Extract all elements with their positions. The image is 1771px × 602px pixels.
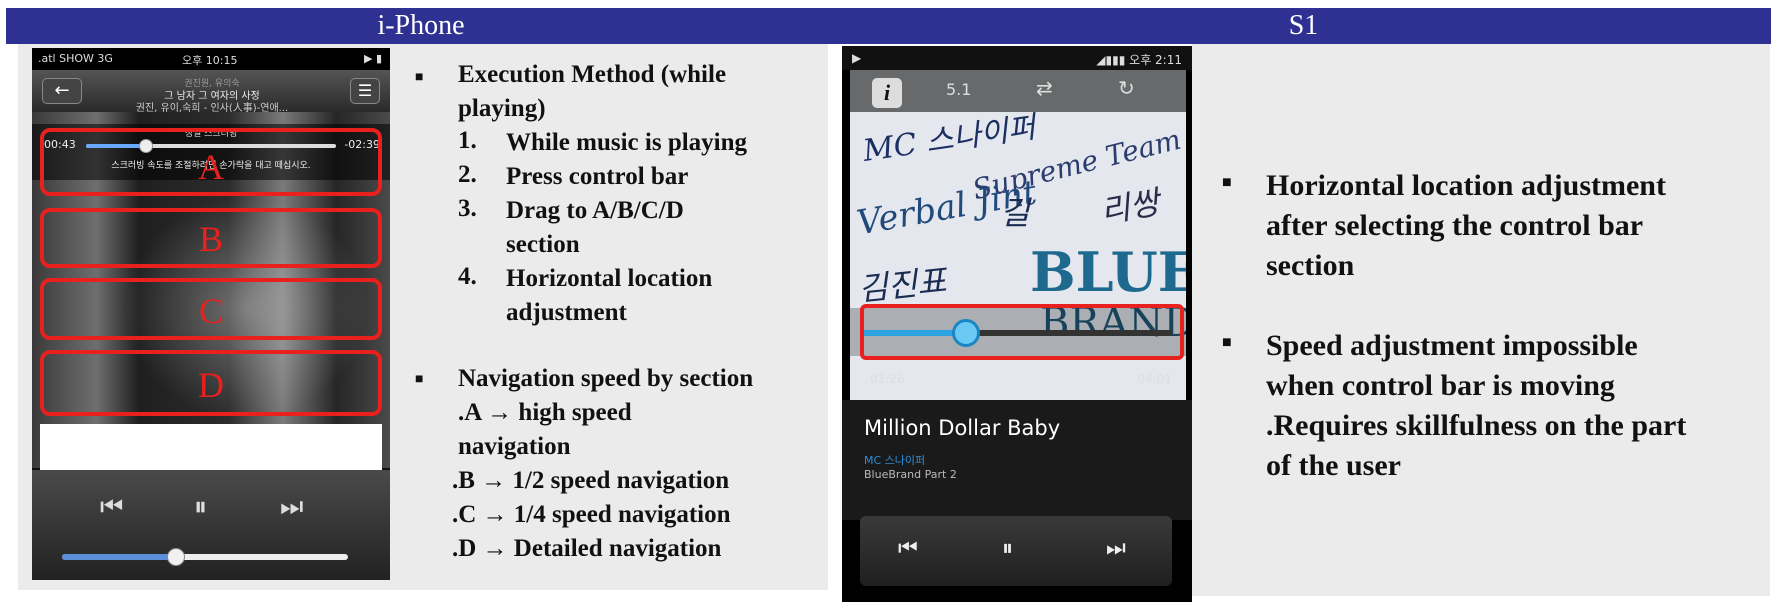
nav-line-a-cont: navigation — [458, 433, 571, 460]
right-b2-line4: of the user — [1266, 449, 1401, 482]
s1-elapsed-time: 01:26 — [870, 372, 905, 386]
previous-icon[interactable]: ⏮ — [898, 536, 918, 561]
next-icon[interactable]: ⏭ — [1106, 536, 1126, 561]
art-word: BLUE — [1030, 240, 1186, 304]
iphone-controls: ⏮ ⏸ ⏭ — [32, 470, 390, 580]
iphone-screenshot: .atl SHOW 3G 오후 10:15 ▶ ▮ ← 권진원, 유의숙 그 남… — [32, 48, 390, 580]
step-number: 2. — [458, 161, 477, 188]
album-name: BlueBrand Part 2 — [864, 468, 957, 481]
header-s1: S1 — [836, 8, 1771, 44]
s1-status-right: ◢▮▮▮ 오후 2:11 — [1096, 53, 1182, 67]
zone-b: B — [40, 208, 382, 268]
shuffle-icon[interactable]: ⇄ — [1036, 76, 1053, 100]
sound-mode-label[interactable]: 5.1 — [946, 80, 971, 99]
carrier-label: .atl SHOW 3G — [38, 52, 113, 65]
pause-icon[interactable]: ⏸ — [194, 492, 207, 523]
info-button[interactable]: i — [872, 78, 902, 108]
pause-icon[interactable]: ⏸ — [1002, 536, 1013, 561]
step-text: adjustment — [506, 299, 627, 326]
zone-c-label: C — [198, 291, 223, 331]
s1-status-bar: ▶ ◢▮▮▮ 오후 2:11 — [842, 46, 1192, 70]
status-icons: ▶ ▮ — [363, 52, 382, 65]
art-word: 리쌍 — [1097, 183, 1163, 231]
bullet-icon: ■ — [415, 70, 424, 85]
play-status-icon: ▶ — [852, 51, 862, 65]
list-icon[interactable]: ☰ — [350, 78, 380, 104]
art-word: MC 스나이퍼 — [860, 110, 1038, 169]
bullet-icon: ■ — [1222, 174, 1232, 191]
art-word: 길 — [1000, 194, 1030, 232]
volume-knob[interactable] — [167, 548, 186, 566]
art-word: 김진표 — [856, 261, 949, 309]
right-b2-line3: .Requires skillfulness on the part — [1266, 409, 1687, 442]
step-text: Drag to A/B/C/D — [506, 197, 684, 224]
nav-line-d: .D → Detailed navigation — [452, 535, 722, 562]
execution-title-1: Execution Method (while — [458, 61, 727, 88]
status-time: 오후 10:15 — [182, 54, 238, 67]
next-icon[interactable]: ⏭ — [280, 492, 303, 523]
right-b1-line1: Horizontal location adjustment — [1266, 169, 1666, 202]
step-text: Horizontal location — [506, 265, 713, 292]
s1-controls: ⏮ ⏸ ⏭ — [860, 516, 1172, 586]
volume-fill — [62, 554, 177, 560]
iphone-nav-bar: ← 권진원, 유의숙 그 남자 그 여자의 사정 권진, 유이,숙희 - 인사(… — [32, 70, 390, 114]
song-title: Million Dollar Baby — [864, 416, 1061, 440]
right-b2-line2: when control bar is moving — [1266, 369, 1615, 402]
zone-a-label: A — [198, 147, 224, 187]
right-b2-line1: Speed adjustment impossible — [1266, 329, 1638, 362]
right-text-panel — [1192, 44, 1770, 596]
zone-b-label: B — [198, 219, 223, 259]
s1-top-bar: i 5.1 ⇄ ↻ — [850, 70, 1186, 112]
step-text: While music is playing — [506, 129, 748, 156]
step-text: Press control bar — [506, 163, 689, 190]
bullet-icon: ■ — [415, 372, 424, 387]
nav-speed-title: Navigation speed by section — [458, 365, 754, 392]
volume-slider[interactable] — [62, 548, 348, 566]
track-info: Million Dollar Baby MC 스나이퍼 BlueBrand Pa… — [842, 400, 1192, 520]
step-number: 1. — [458, 127, 477, 154]
right-b1-line3: section — [1266, 249, 1355, 282]
right-b1-line2: after selecting the control bar — [1266, 209, 1644, 242]
bullet-icon: ■ — [1222, 334, 1232, 351]
execution-title-2: playing) — [458, 95, 546, 122]
control-bar-highlight — [860, 304, 1184, 360]
iphone-status-bar: .atl SHOW 3G 오후 10:15 ▶ ▮ — [32, 48, 390, 70]
previous-icon[interactable]: ⏮ — [100, 492, 123, 523]
artist-name: MC 스나이퍼 — [864, 454, 926, 467]
nav-line-c: .C → 1/4 speed navigation — [452, 501, 731, 528]
zone-d-label: D — [198, 365, 224, 405]
step-number: 4. — [458, 263, 477, 290]
s1-total-time: 04:01 — [1137, 372, 1172, 386]
arrow-left-icon[interactable]: ← — [42, 78, 82, 104]
lyrics-area — [40, 424, 382, 470]
zone-d: D — [40, 350, 382, 416]
zone-a: A — [40, 128, 382, 196]
step-number: 3. — [458, 195, 477, 222]
zone-c: C — [40, 278, 382, 340]
header-iphone: i-Phone — [6, 8, 836, 44]
repeat-icon[interactable]: ↻ — [1118, 76, 1135, 100]
s1-screenshot: ▶ ◢▮▮▮ 오후 2:11 MC 스나이퍼 Supreme Team Verb… — [842, 46, 1192, 602]
nav-line-b: .B → 1/2 speed navigation — [452, 467, 730, 494]
step-text: section — [506, 231, 580, 258]
nav-line-a: .A → high speed — [458, 399, 632, 426]
